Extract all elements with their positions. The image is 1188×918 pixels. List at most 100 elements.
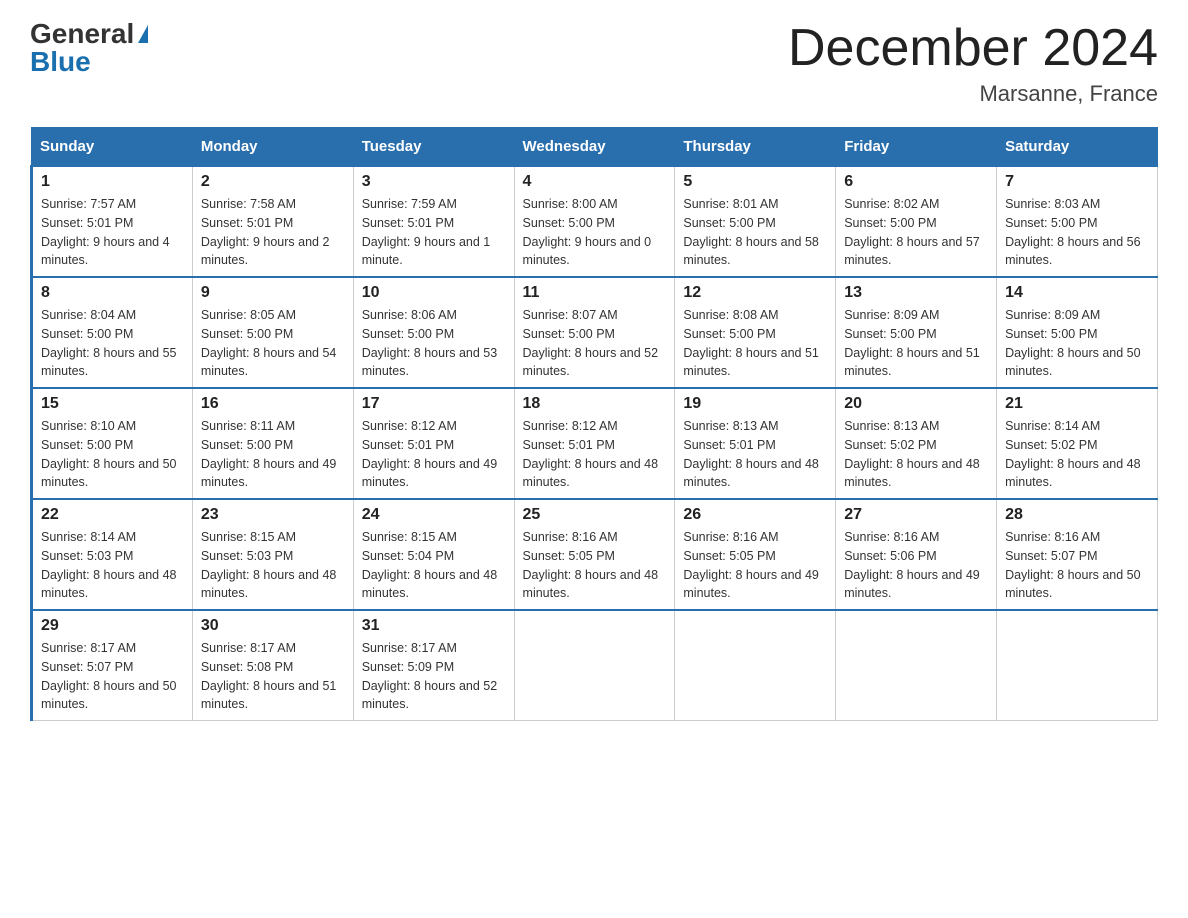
day-info: Sunrise: 8:03 AMSunset: 5:00 PMDaylight:… <box>1005 195 1149 270</box>
day-number: 8 <box>41 284 184 302</box>
header-day-thursday: Thursday <box>675 128 836 167</box>
day-info: Sunrise: 8:16 AMSunset: 5:06 PMDaylight:… <box>844 528 988 603</box>
week-row-5: 29 Sunrise: 8:17 AMSunset: 5:07 PMDaylig… <box>32 610 1158 721</box>
calendar-cell <box>514 610 675 721</box>
calendar-cell: 29 Sunrise: 8:17 AMSunset: 5:07 PMDaylig… <box>32 610 193 721</box>
day-info: Sunrise: 8:16 AMSunset: 5:05 PMDaylight:… <box>523 528 667 603</box>
calendar-cell: 18 Sunrise: 8:12 AMSunset: 5:01 PMDaylig… <box>514 388 675 499</box>
day-number: 9 <box>201 284 345 302</box>
calendar-cell: 5 Sunrise: 8:01 AMSunset: 5:00 PMDayligh… <box>675 166 836 277</box>
calendar-cell: 25 Sunrise: 8:16 AMSunset: 5:05 PMDaylig… <box>514 499 675 610</box>
calendar-cell: 26 Sunrise: 8:16 AMSunset: 5:05 PMDaylig… <box>675 499 836 610</box>
calendar-cell: 23 Sunrise: 8:15 AMSunset: 5:03 PMDaylig… <box>192 499 353 610</box>
day-info: Sunrise: 7:59 AMSunset: 5:01 PMDaylight:… <box>362 195 506 270</box>
week-row-2: 8 Sunrise: 8:04 AMSunset: 5:00 PMDayligh… <box>32 277 1158 388</box>
day-number: 26 <box>683 506 827 524</box>
header-day-monday: Monday <box>192 128 353 167</box>
day-info: Sunrise: 8:01 AMSunset: 5:00 PMDaylight:… <box>683 195 827 270</box>
logo-general-text: General <box>30 20 134 48</box>
calendar-cell: 7 Sunrise: 8:03 AMSunset: 5:00 PMDayligh… <box>997 166 1158 277</box>
day-number: 11 <box>523 284 667 302</box>
calendar-cell: 15 Sunrise: 8:10 AMSunset: 5:00 PMDaylig… <box>32 388 193 499</box>
calendar-cell: 24 Sunrise: 8:15 AMSunset: 5:04 PMDaylig… <box>353 499 514 610</box>
day-number: 2 <box>201 173 345 191</box>
calendar-cell: 14 Sunrise: 8:09 AMSunset: 5:00 PMDaylig… <box>997 277 1158 388</box>
calendar-cell: 2 Sunrise: 7:58 AMSunset: 5:01 PMDayligh… <box>192 166 353 277</box>
day-info: Sunrise: 8:17 AMSunset: 5:09 PMDaylight:… <box>362 639 506 714</box>
header-day-wednesday: Wednesday <box>514 128 675 167</box>
calendar-cell: 22 Sunrise: 8:14 AMSunset: 5:03 PMDaylig… <box>32 499 193 610</box>
day-number: 7 <box>1005 173 1149 191</box>
title-block: December 2024 Marsanne, France <box>788 20 1158 107</box>
day-info: Sunrise: 8:12 AMSunset: 5:01 PMDaylight:… <box>362 417 506 492</box>
day-info: Sunrise: 8:04 AMSunset: 5:00 PMDaylight:… <box>41 306 184 381</box>
calendar-cell: 8 Sunrise: 8:04 AMSunset: 5:00 PMDayligh… <box>32 277 193 388</box>
day-number: 5 <box>683 173 827 191</box>
calendar-cell: 17 Sunrise: 8:12 AMSunset: 5:01 PMDaylig… <box>353 388 514 499</box>
day-info: Sunrise: 8:12 AMSunset: 5:01 PMDaylight:… <box>523 417 667 492</box>
day-info: Sunrise: 8:08 AMSunset: 5:00 PMDaylight:… <box>683 306 827 381</box>
day-number: 31 <box>362 617 506 635</box>
day-number: 10 <box>362 284 506 302</box>
calendar-cell: 10 Sunrise: 8:06 AMSunset: 5:00 PMDaylig… <box>353 277 514 388</box>
calendar-cell <box>675 610 836 721</box>
day-number: 14 <box>1005 284 1149 302</box>
calendar-cell: 28 Sunrise: 8:16 AMSunset: 5:07 PMDaylig… <box>997 499 1158 610</box>
day-info: Sunrise: 7:57 AMSunset: 5:01 PMDaylight:… <box>41 195 184 270</box>
calendar-cell: 3 Sunrise: 7:59 AMSunset: 5:01 PMDayligh… <box>353 166 514 277</box>
day-number: 29 <box>41 617 184 635</box>
day-number: 4 <box>523 173 667 191</box>
day-info: Sunrise: 8:02 AMSunset: 5:00 PMDaylight:… <box>844 195 988 270</box>
day-info: Sunrise: 8:07 AMSunset: 5:00 PMDaylight:… <box>523 306 667 381</box>
day-number: 1 <box>41 173 184 191</box>
header-day-saturday: Saturday <box>997 128 1158 167</box>
calendar-cell: 11 Sunrise: 8:07 AMSunset: 5:00 PMDaylig… <box>514 277 675 388</box>
day-info: Sunrise: 8:17 AMSunset: 5:07 PMDaylight:… <box>41 639 184 714</box>
day-number: 25 <box>523 506 667 524</box>
calendar-cell: 19 Sunrise: 8:13 AMSunset: 5:01 PMDaylig… <box>675 388 836 499</box>
day-number: 27 <box>844 506 988 524</box>
subtitle: Marsanne, France <box>788 81 1158 107</box>
header-day-tuesday: Tuesday <box>353 128 514 167</box>
logo-triangle-icon <box>138 25 148 43</box>
day-info: Sunrise: 8:16 AMSunset: 5:05 PMDaylight:… <box>683 528 827 603</box>
day-info: Sunrise: 8:16 AMSunset: 5:07 PMDaylight:… <box>1005 528 1149 603</box>
main-title: December 2024 <box>788 20 1158 77</box>
day-number: 28 <box>1005 506 1149 524</box>
day-info: Sunrise: 8:15 AMSunset: 5:04 PMDaylight:… <box>362 528 506 603</box>
week-row-3: 15 Sunrise: 8:10 AMSunset: 5:00 PMDaylig… <box>32 388 1158 499</box>
day-number: 21 <box>1005 395 1149 413</box>
calendar-cell <box>836 610 997 721</box>
calendar-cell: 6 Sunrise: 8:02 AMSunset: 5:00 PMDayligh… <box>836 166 997 277</box>
week-row-1: 1 Sunrise: 7:57 AMSunset: 5:01 PMDayligh… <box>32 166 1158 277</box>
header-row: SundayMondayTuesdayWednesdayThursdayFrid… <box>32 128 1158 167</box>
day-info: Sunrise: 8:00 AMSunset: 5:00 PMDaylight:… <box>523 195 667 270</box>
day-number: 23 <box>201 506 345 524</box>
calendar-cell: 12 Sunrise: 8:08 AMSunset: 5:00 PMDaylig… <box>675 277 836 388</box>
day-number: 22 <box>41 506 184 524</box>
calendar-cell: 9 Sunrise: 8:05 AMSunset: 5:00 PMDayligh… <box>192 277 353 388</box>
calendar-cell: 20 Sunrise: 8:13 AMSunset: 5:02 PMDaylig… <box>836 388 997 499</box>
day-info: Sunrise: 8:17 AMSunset: 5:08 PMDaylight:… <box>201 639 345 714</box>
calendar-cell: 1 Sunrise: 7:57 AMSunset: 5:01 PMDayligh… <box>32 166 193 277</box>
page-header: General Blue December 2024 Marsanne, Fra… <box>30 20 1158 107</box>
day-info: Sunrise: 8:13 AMSunset: 5:01 PMDaylight:… <box>683 417 827 492</box>
logo-blue-text: Blue <box>30 48 91 76</box>
day-number: 3 <box>362 173 506 191</box>
header-day-sunday: Sunday <box>32 128 193 167</box>
day-info: Sunrise: 8:09 AMSunset: 5:00 PMDaylight:… <box>1005 306 1149 381</box>
calendar-cell: 4 Sunrise: 8:00 AMSunset: 5:00 PMDayligh… <box>514 166 675 277</box>
day-info: Sunrise: 8:05 AMSunset: 5:00 PMDaylight:… <box>201 306 345 381</box>
week-row-4: 22 Sunrise: 8:14 AMSunset: 5:03 PMDaylig… <box>32 499 1158 610</box>
day-info: Sunrise: 7:58 AMSunset: 5:01 PMDaylight:… <box>201 195 345 270</box>
calendar-cell <box>997 610 1158 721</box>
day-info: Sunrise: 8:13 AMSunset: 5:02 PMDaylight:… <box>844 417 988 492</box>
calendar-cell: 21 Sunrise: 8:14 AMSunset: 5:02 PMDaylig… <box>997 388 1158 499</box>
calendar-cell: 13 Sunrise: 8:09 AMSunset: 5:00 PMDaylig… <box>836 277 997 388</box>
day-info: Sunrise: 8:11 AMSunset: 5:00 PMDaylight:… <box>201 417 345 492</box>
day-number: 30 <box>201 617 345 635</box>
day-number: 12 <box>683 284 827 302</box>
calendar-cell: 27 Sunrise: 8:16 AMSunset: 5:06 PMDaylig… <box>836 499 997 610</box>
calendar-table: SundayMondayTuesdayWednesdayThursdayFrid… <box>30 127 1158 721</box>
logo: General Blue <box>30 20 148 76</box>
